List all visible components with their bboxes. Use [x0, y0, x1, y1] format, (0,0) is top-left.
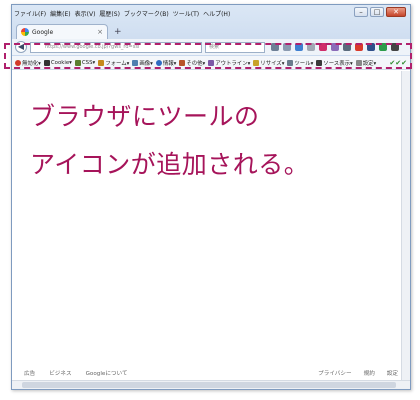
menu-tools[interactable]: ツール(T) [173, 9, 199, 21]
page-content: ブラウザにツールの アイコンが追加される。 [12, 71, 410, 363]
footer-right-links: プライバシー 規約 設定 [318, 369, 398, 377]
menu-file[interactable]: ファイル(F) [14, 9, 46, 21]
caption-line-2: アイコンが追加される。 [30, 150, 310, 179]
scrollbar-thumb[interactable] [22, 382, 396, 388]
menu-bookmarks[interactable]: ブックマーク(B) [124, 9, 169, 21]
tab-title: Google [32, 28, 54, 36]
menu-view[interactable]: 表示(V) [75, 9, 96, 21]
menu-help[interactable]: ヘルプ(H) [203, 9, 230, 21]
caption-text: ブラウザにツールの アイコンが追加される。 [30, 93, 309, 189]
footer-link-terms[interactable]: 規約 [364, 369, 375, 377]
footer-link-privacy[interactable]: プライバシー [318, 369, 351, 377]
minimize-button[interactable]: – [354, 7, 368, 17]
vertical-scrollbar[interactable] [401, 71, 410, 380]
google-favicon-icon [21, 28, 29, 36]
close-window-button[interactable]: ✕ [386, 7, 406, 17]
menu-edit[interactable]: 編集(E) [50, 9, 70, 21]
new-tab-button[interactable]: + [114, 25, 122, 39]
footer-link-ads[interactable]: 広告 [24, 369, 35, 377]
toolbar-highlight-box [4, 43, 412, 69]
tab-strip: Google × + [16, 23, 122, 39]
maximize-button[interactable]: □ [370, 7, 384, 17]
tab-google[interactable]: Google × [16, 24, 108, 39]
horizontal-scrollbar[interactable] [12, 380, 410, 389]
footer-link-business[interactable]: ビジネス [49, 369, 71, 377]
menu-bar: ファイル(F) 編集(E) 表示(V) 履歴(S) ブックマーク(B) ツール(… [14, 9, 230, 21]
page-footer: 広告 ビジネス Googleについて プライバシー 規約 設定 [12, 367, 410, 379]
footer-left-links: 広告 ビジネス Googleについて [24, 369, 128, 377]
tab-close-icon[interactable]: × [97, 28, 103, 36]
footer-link-settings[interactable]: 設定 [387, 369, 398, 377]
caption-line-1: ブラウザにツールの [30, 102, 260, 131]
footer-link-about[interactable]: Googleについて [86, 369, 128, 377]
window-controls: – □ ✕ [354, 7, 406, 17]
menu-history[interactable]: 履歴(S) [99, 9, 120, 21]
